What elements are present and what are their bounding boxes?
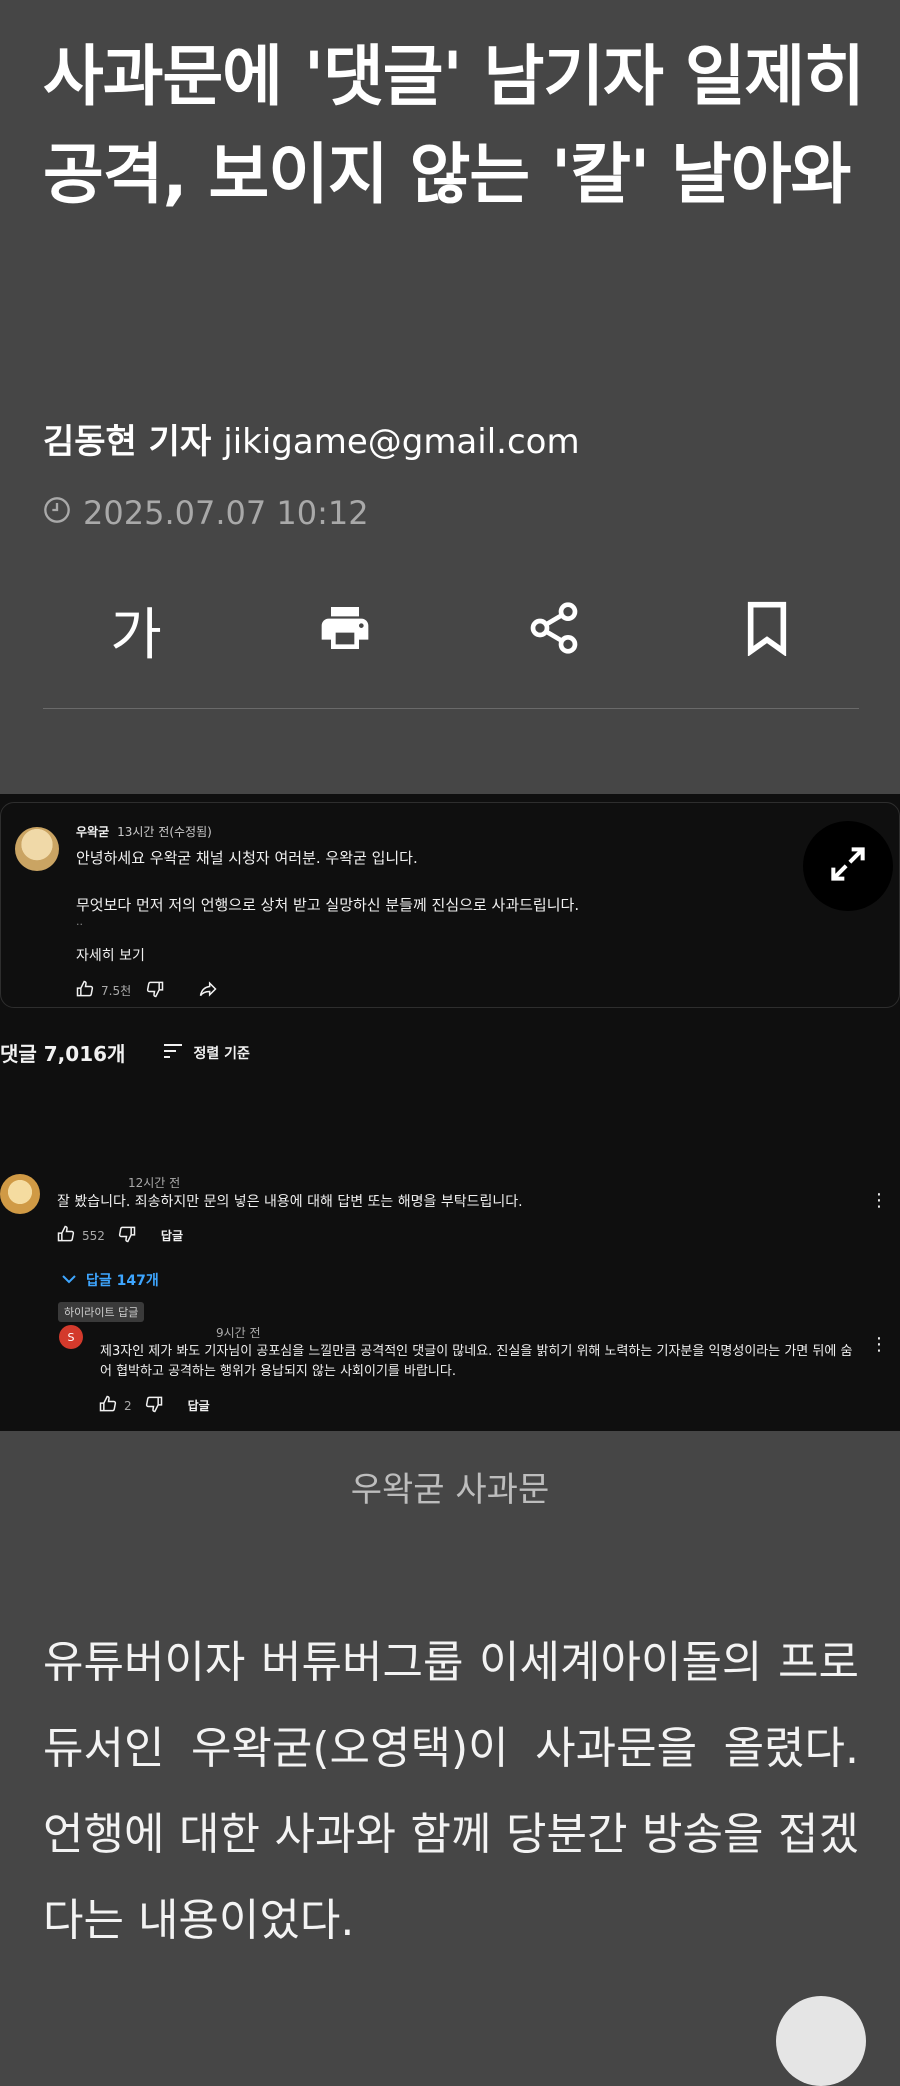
post-actions: 7.5천 — [75, 979, 219, 1002]
date-text: 2025.07.07 10:12 — [83, 494, 369, 532]
thumbs-up-icon[interactable] — [75, 979, 95, 1002]
post-author-name: 우왁굳 — [76, 825, 110, 839]
author-name: 김동현 기자 — [43, 422, 212, 462]
divider — [43, 708, 859, 709]
publish-date: 2025.07.07 10:12 — [43, 494, 369, 532]
thumbs-up-icon[interactable] — [56, 1224, 76, 1247]
byline: 김동현 기자 jikigame@gmail.com — [43, 414, 580, 463]
thumbs-up-icon[interactable] — [98, 1394, 118, 1417]
read-more-link[interactable]: 자세히 보기 — [76, 945, 145, 965]
channel-avatar — [15, 827, 59, 871]
article-body: 유튜버이자 버튜버그룹 이세계아이돌의 프로듀서인 우왁굳(오영택)이 사과문을… — [43, 1637, 859, 1946]
share-button[interactable] — [504, 580, 604, 680]
comment-time: 12시간 전 — [128, 1176, 181, 1190]
reply-like-count: 2 — [124, 1398, 132, 1413]
bookmark-icon — [743, 600, 791, 660]
thumbs-down-icon[interactable] — [145, 979, 165, 1002]
expand-icon — [826, 842, 870, 890]
comment-count: 댓글 7,016개 — [0, 1042, 126, 1066]
sort-button[interactable]: 정렬 기준 — [163, 1043, 250, 1063]
comment-text: 잘 봤습니다. 죄송하지만 문의 넣은 내용에 대해 답변 또는 해명을 부탁드… — [57, 1194, 523, 1210]
article-toolbar: 가 — [43, 580, 859, 680]
chevron-down-icon — [62, 1272, 76, 1288]
replies-count: 답글 147개 — [86, 1273, 159, 1289]
reply-text: 제3자인 제가 봐도 기자님이 공포심을 느낄만큼 공격적인 댓글이 많네요. … — [100, 1344, 853, 1379]
highlighted-reply-badge: 하이라이트 답글 — [58, 1302, 145, 1322]
reply-button[interactable]: 답글 — [188, 1397, 210, 1414]
article-title: 사과문에 '댓글' 남기자 일제히 공격, 보이지 않는 '칼' 날아와 — [43, 38, 865, 213]
reply-actions: 2 답글 — [98, 1394, 210, 1417]
bookmark-button[interactable] — [717, 580, 817, 680]
reply-button[interactable]: 답글 — [161, 1227, 183, 1244]
commenter-avatar — [0, 1174, 40, 1214]
font-size-label: 가 — [110, 602, 162, 668]
fullscreen-button[interactable] — [803, 821, 893, 911]
comments-header: 댓글 7,016개 정렬 기준 — [0, 1038, 250, 1067]
apology-post-card: 우왁굳 13시간 전(수정됨) 안녕하세요 우왁굳 채널 시청자 여러분. 우왁굳… — [0, 802, 900, 1008]
image-caption: 우왁굳 사과문 — [350, 1470, 550, 1510]
post-line-1: 안녕하세요 우왁굳 채널 시청자 여러분. 우왁굳 입니다. — [76, 849, 418, 867]
post-line-2: 무엇보다 먼저 저의 언행으로 상처 받고 실망하신 분들께 진심으로 사과드립… — [76, 896, 580, 914]
print-icon — [317, 600, 373, 660]
replier-avatar: S — [59, 1325, 83, 1349]
thumbs-down-icon[interactable] — [117, 1224, 137, 1247]
thumbs-down-icon[interactable] — [144, 1394, 164, 1417]
scroll-top-button[interactable] — [776, 1996, 866, 2086]
sort-label: 정렬 기준 — [193, 1045, 250, 1062]
comment-like-count: 552 — [82, 1228, 105, 1243]
post-author: 우왁굳 13시간 전(수정됨) — [76, 823, 212, 840]
view-replies-link[interactable]: 답글 147개 — [62, 1270, 159, 1290]
more-options-icon[interactable]: ⋮ — [870, 1190, 888, 1211]
more-options-icon[interactable]: ⋮ — [870, 1334, 888, 1355]
post-ellipsis: .. — [76, 915, 83, 928]
clock-icon — [43, 494, 71, 532]
comment-actions: 552 답글 — [56, 1224, 183, 1247]
youtube-comment-screenshot: 우왁굳 13시간 전(수정됨) 안녕하세요 우왁굳 채널 시청자 여러분. 우왁굳… — [0, 794, 900, 1431]
post-like-count: 7.5천 — [101, 984, 132, 998]
post-time: 13시간 전(수정됨) — [117, 825, 212, 839]
author-email[interactable]: jikigame@gmail.com — [223, 422, 579, 462]
reply-time: 9시간 전 — [216, 1326, 261, 1340]
font-size-button[interactable]: 가 — [86, 580, 186, 680]
share-arrow-icon[interactable] — [197, 979, 219, 1002]
sort-icon — [163, 1043, 183, 1063]
print-button[interactable] — [295, 580, 395, 680]
share-icon — [526, 600, 582, 660]
